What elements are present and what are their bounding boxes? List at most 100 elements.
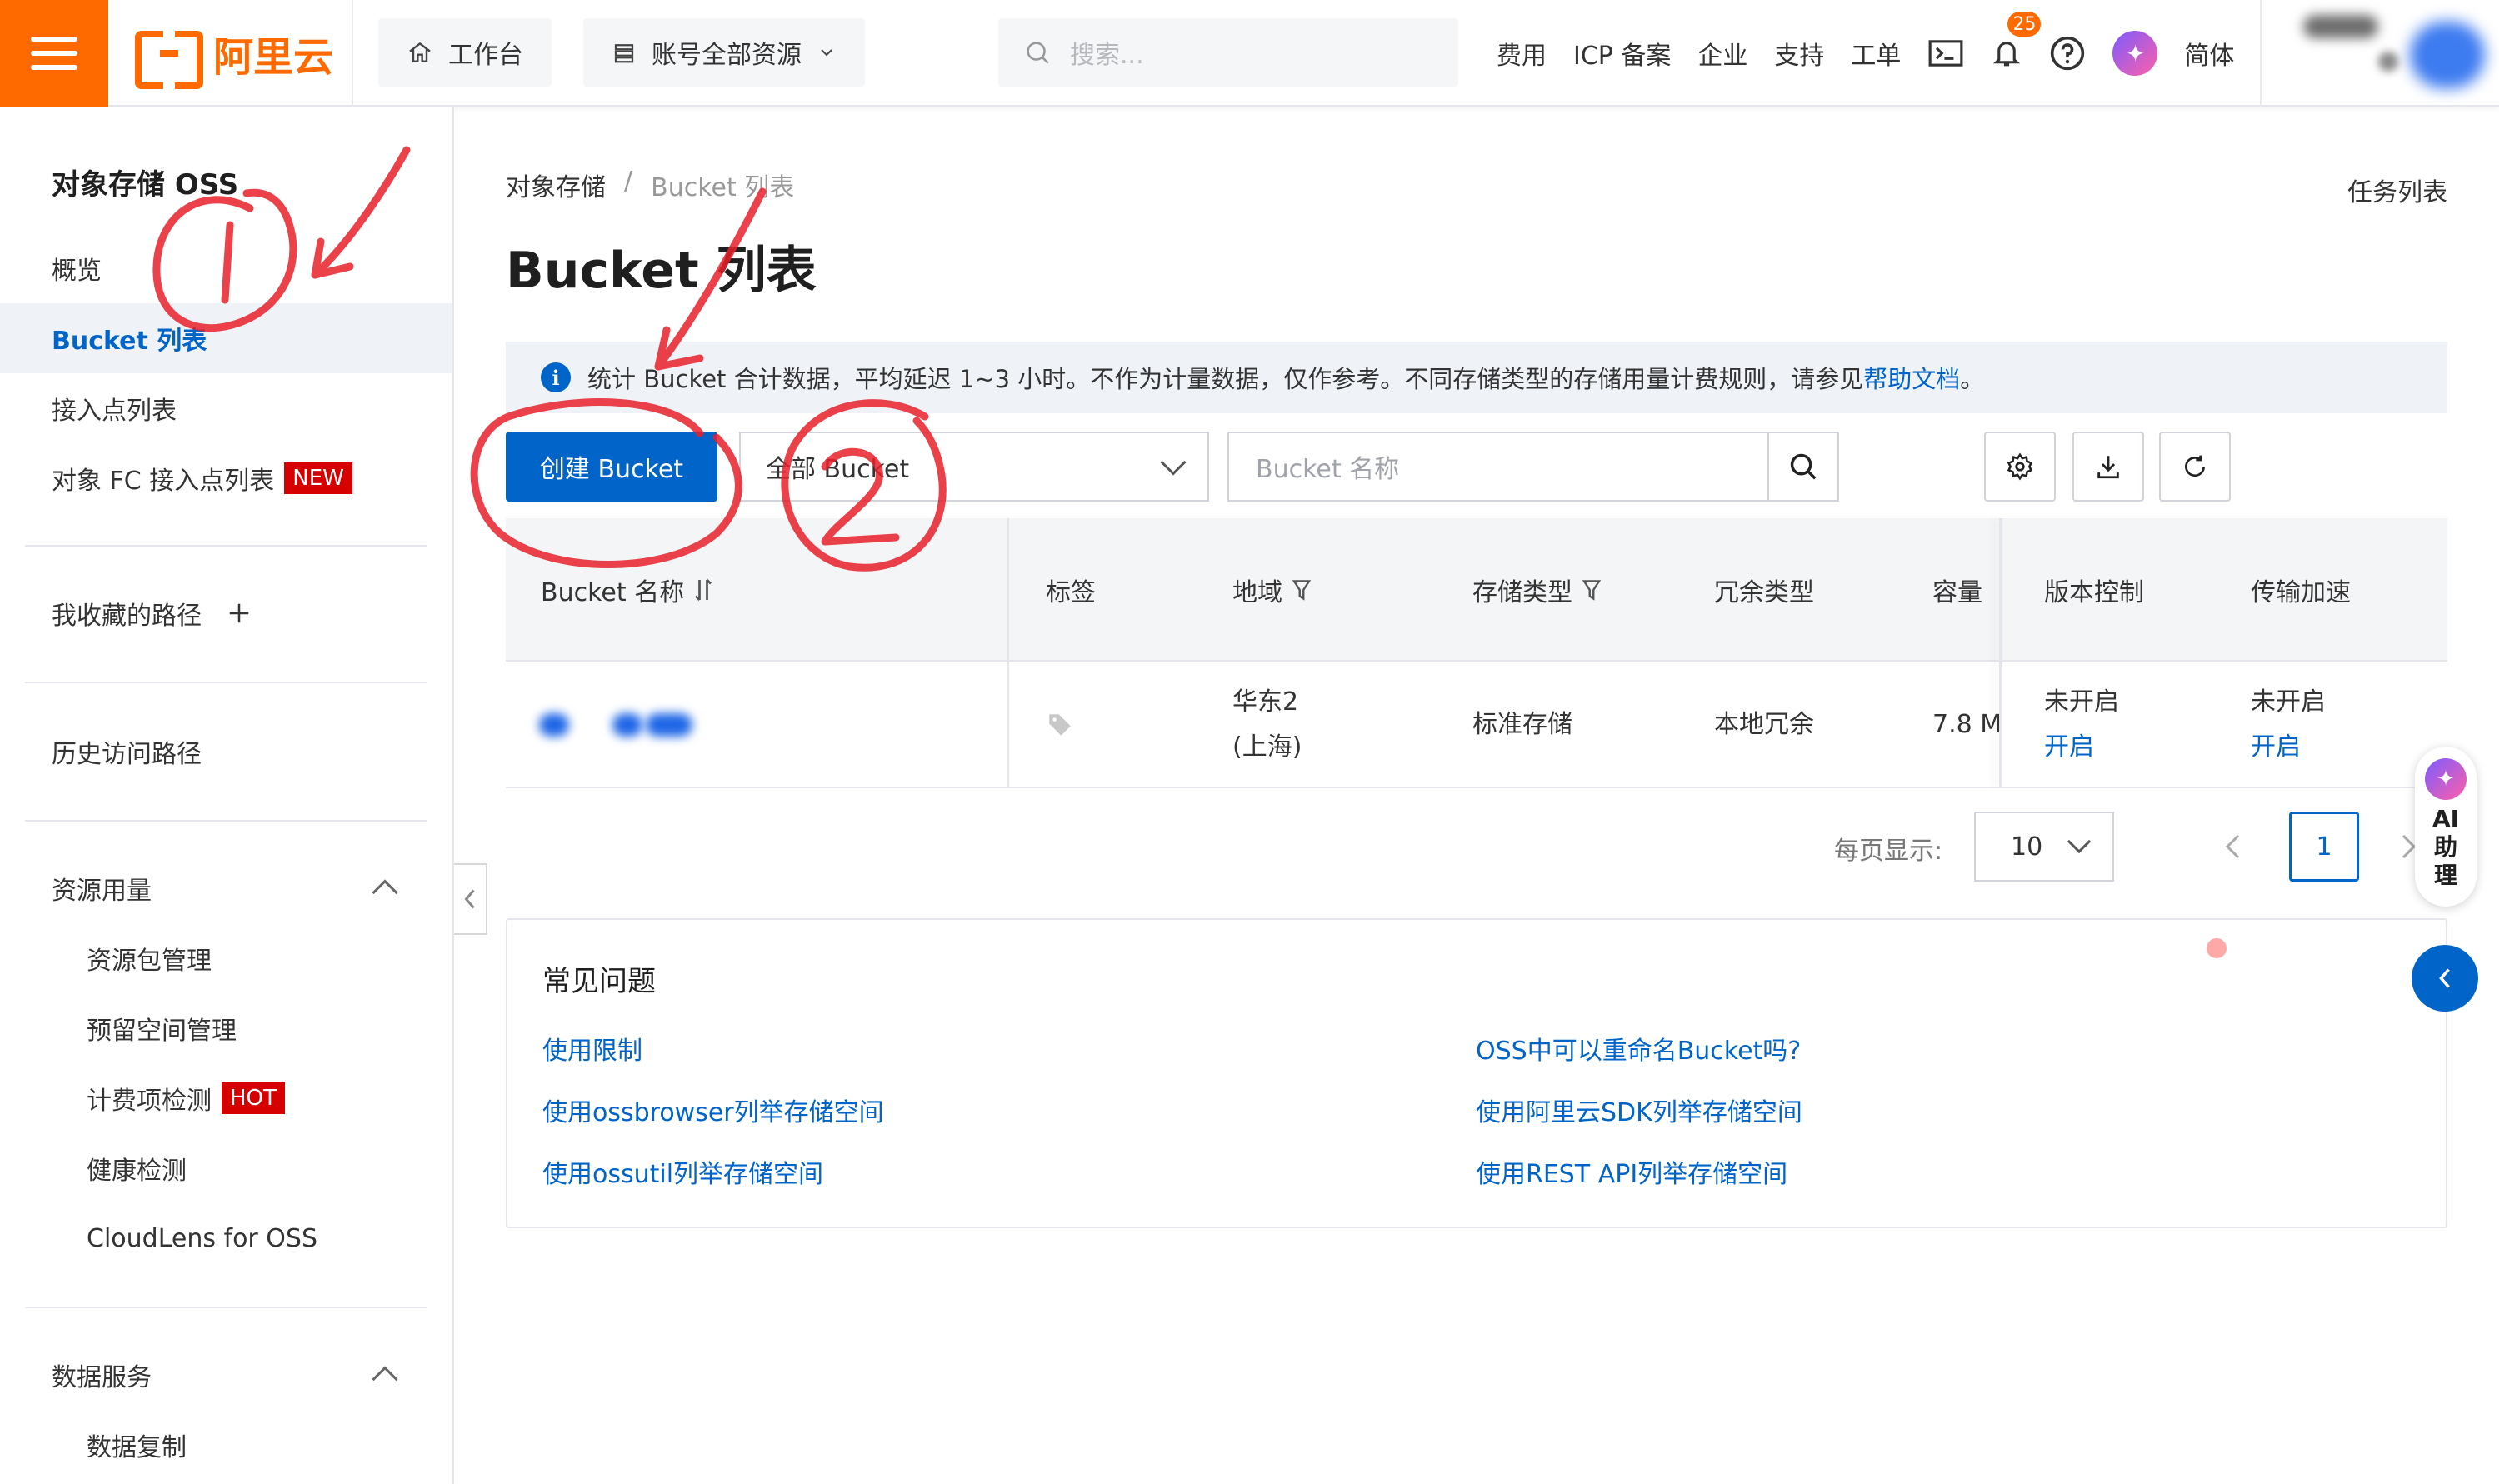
- faq-link-ossutil[interactable]: 使用ossutil列举存储空间: [542, 1153, 823, 1190]
- help-doc-link[interactable]: 帮助文档: [1863, 365, 1960, 393]
- sidebar-item-access-points[interactable]: 接入点列表: [0, 373, 452, 443]
- sidebar-item-resource-packages[interactable]: 资源包管理: [0, 923, 452, 993]
- bucket-filter-select[interactable]: 全部 Bucket: [739, 432, 1209, 502]
- chevron-up-icon: [372, 1366, 398, 1392]
- column-tags: 标签: [1046, 578, 1096, 607]
- row-storage-type: 标准存储: [1472, 710, 1572, 739]
- download-button[interactable]: [2072, 432, 2144, 502]
- info-banner: i 统计 Bucket 合计数据，平均延迟 1~3 小时。不作为计量数据，仅作参…: [506, 342, 2447, 413]
- collapse-float-button[interactable]: [2412, 945, 2478, 1012]
- column-acceleration: 传输加速: [2251, 578, 2351, 607]
- row-versioning: 未开启 开启: [2044, 662, 2119, 788]
- nav-enterprise[interactable]: 企业: [1697, 35, 1747, 72]
- enable-versioning-link[interactable]: 开启: [2044, 725, 2119, 770]
- ai-sparkle-icon: ✦: [2425, 758, 2467, 800]
- nav-fees[interactable]: 费用: [1497, 35, 1547, 72]
- bucket-search-button[interactable]: [1767, 432, 1839, 502]
- aliyun-logo[interactable]: 阿里云: [135, 25, 333, 89]
- row-acceleration: 未开启 开启: [2251, 662, 2326, 788]
- next-page-button[interactable]: [2392, 834, 2417, 859]
- home-icon: [409, 42, 431, 62]
- prev-page-button[interactable]: [2225, 834, 2250, 859]
- column-bucket-name[interactable]: Bucket 名称: [541, 518, 714, 662]
- faq-panel: 常见问题 使用限制 OSS中可以重命名Bucket吗? 使用ossbrowser…: [506, 918, 2447, 1228]
- faq-title: 常见问题: [542, 965, 656, 998]
- nav-support[interactable]: 支持: [1774, 35, 1824, 72]
- ai-assistant-button[interactable]: ✦ AI助理: [2415, 747, 2477, 907]
- chevron-down-icon: [821, 49, 832, 57]
- decorative-dot: [2207, 938, 2227, 958]
- notification-bell-icon[interactable]: 25: [1991, 12, 2042, 70]
- sidebar-item-health-check[interactable]: 健康检测: [0, 1133, 452, 1203]
- refresh-button[interactable]: [2159, 432, 2231, 502]
- nav-icp[interactable]: ICP 备案: [1573, 35, 1671, 72]
- page-size-select[interactable]: 10: [1974, 812, 2114, 882]
- search-icon: [1790, 453, 1817, 480]
- user-avatar[interactable]: [2260, 0, 2499, 107]
- search-icon: [1027, 42, 1049, 64]
- bucket-name-link[interactable]: [539, 713, 706, 738]
- bucket-table: Bucket 名称 标签 地域 存储类型 冗余类型 容量 版本控制 传输加速 华…: [506, 518, 2447, 788]
- gear-icon: [2007, 452, 2033, 481]
- nav-ticket[interactable]: 工单: [1851, 35, 1901, 72]
- row-capacity: 7.8 M: [1932, 710, 2002, 739]
- page-1-button[interactable]: 1: [2289, 812, 2359, 882]
- faq-link-limits[interactable]: 使用限制: [542, 1030, 642, 1067]
- bucket-name-search-input[interactable]: Bucket 名称: [1227, 432, 1769, 502]
- main-content: 对象存储 / Bucket 列表 任务列表 Bucket 列表 i 统计 Buc…: [454, 107, 2499, 1484]
- refresh-icon: [2185, 455, 2206, 477]
- sidebar-group-resource-usage[interactable]: 资源用量: [0, 853, 452, 923]
- faq-link-rest-api[interactable]: 使用REST API列举存储空间: [1476, 1153, 1787, 1190]
- stack-icon: [614, 44, 634, 63]
- language-switch[interactable]: 简体: [2184, 35, 2234, 72]
- hamburger-menu-button[interactable]: [0, 0, 108, 107]
- breadcrumb-oss[interactable]: 对象存储: [506, 167, 606, 203]
- column-storage-type: 存储类型: [1472, 518, 1602, 662]
- sidebar-title: 对象存储 OSS: [52, 168, 239, 202]
- filter-icon[interactable]: [1291, 577, 1312, 602]
- create-bucket-button[interactable]: 创建 Bucket: [506, 432, 717, 502]
- sidebar-favorites[interactable]: 我收藏的路径: [0, 578, 452, 648]
- per-page-label: 每页显示:: [1834, 837, 1943, 866]
- global-search-input[interactable]: 搜索...: [998, 18, 1458, 87]
- faq-link-rename[interactable]: OSS中可以重命名Bucket吗?: [1476, 1030, 1801, 1067]
- faq-link-sdk[interactable]: 使用阿里云SDK列举存储空间: [1476, 1092, 1802, 1128]
- chevron-down-icon: [2067, 829, 2092, 854]
- new-badge: NEW: [284, 462, 352, 494]
- download-icon: [2097, 456, 2119, 479]
- aliyun-logo-icon: [135, 31, 203, 89]
- column-capacity: 容量: [1932, 578, 1982, 607]
- chevron-up-icon: [372, 879, 398, 906]
- enable-acceleration-link[interactable]: 开启: [2251, 725, 2326, 770]
- table-row: 华东2 (上海) 标准存储 本地冗余 7.8 M 未开启 开启 未开启 开启: [506, 662, 2447, 788]
- hot-badge: HOT: [222, 1082, 285, 1114]
- workbench-button[interactable]: 工作台: [378, 18, 552, 87]
- terminal-icon[interactable]: [1927, 38, 1964, 68]
- sidebar-item-reserved-space[interactable]: 预留空间管理: [0, 993, 452, 1063]
- sidebar-item-billing-check[interactable]: 计费项检测 HOT: [0, 1063, 452, 1133]
- sidebar-group-data-services[interactable]: 数据服务: [0, 1340, 452, 1410]
- sidebar-item-data-replication[interactable]: 数据复制: [0, 1410, 452, 1480]
- sidebar-item-cloudlens[interactable]: CloudLens for OSS: [0, 1203, 452, 1273]
- breadcrumb: 对象存储 / Bucket 列表: [506, 167, 795, 203]
- row-redundancy: 本地冗余: [1714, 710, 1814, 739]
- row-region: 华东2 (上海): [1232, 687, 1302, 762]
- sidebar-item-overview[interactable]: 概览: [0, 233, 452, 303]
- sidebar-item-bucket-list[interactable]: Bucket 列表: [0, 303, 452, 373]
- filter-icon[interactable]: [1581, 577, 1602, 602]
- sidebar: 对象存储 OSS 概览 Bucket 列表 接入点列表 对象 FC 接入点列表 …: [0, 107, 454, 1484]
- help-icon[interactable]: [2049, 35, 2086, 72]
- top-nav: 费用 ICP 备案 企业 支持 工单 25 ✦ 简体: [1497, 0, 2234, 107]
- ai-sparkle-icon[interactable]: ✦: [2112, 31, 2158, 76]
- page-title: Bucket 列表: [506, 242, 817, 300]
- sidebar-item-fc-access-points[interactable]: 对象 FC 接入点列表 NEW: [0, 443, 452, 513]
- tag-icon[interactable]: [1046, 711, 1074, 739]
- plus-icon[interactable]: [227, 601, 252, 626]
- task-list-link[interactable]: 任务列表: [2347, 172, 2447, 208]
- sort-icon[interactable]: [692, 577, 714, 602]
- info-icon: i: [541, 362, 571, 392]
- sidebar-history[interactable]: 历史访问路径: [0, 717, 452, 787]
- settings-button[interactable]: [1984, 432, 2056, 502]
- faq-link-ossbrowser[interactable]: 使用ossbrowser列举存储空间: [542, 1092, 884, 1128]
- resources-dropdown[interactable]: 账号全部资源: [583, 18, 865, 87]
